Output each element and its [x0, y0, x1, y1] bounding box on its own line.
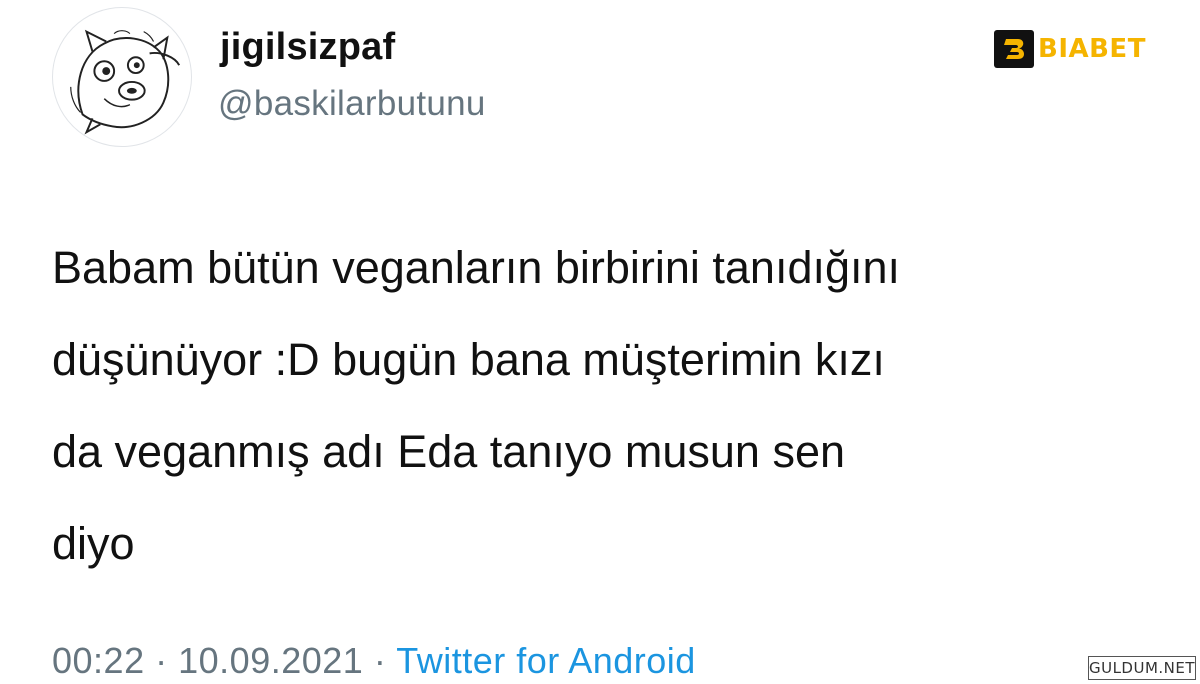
tweet-time[interactable]: 00:22: [52, 640, 145, 681]
tweet-text-line: düşünüyor :D bugün bana müşterimin kızı: [52, 334, 885, 385]
biabet-logo-icon: [994, 30, 1034, 68]
user-handle[interactable]: @baskilarbutunu: [218, 84, 486, 124]
avatar[interactable]: [52, 7, 192, 147]
watermark: GULDUM.NET: [1088, 656, 1196, 680]
tweet-date[interactable]: 10.09.2021: [178, 640, 363, 681]
tweet-meta: 00:22 · 10.09.2021 · Twitter for Android: [52, 640, 696, 684]
cartoon-cat-avatar-icon: [53, 8, 191, 146]
display-name[interactable]: jigilsizpaf: [220, 26, 395, 69]
brand-logo: BIABET: [994, 30, 1156, 68]
meta-separator: ·: [155, 640, 168, 681]
brand-text: BIABET: [1038, 34, 1146, 64]
tweet-source-link[interactable]: Twitter for Android: [396, 640, 696, 681]
tweet-card: jigilsizpaf @baskilarbutunu BIABET Babam…: [0, 0, 1200, 684]
tweet-text-line: Babam bütün veganların birbirini tanıdığ…: [52, 242, 901, 293]
meta-separator: ·: [373, 640, 387, 681]
tweet-text-line: diyo: [52, 518, 135, 569]
tweet-text: Babam bütün veganların birbirini tanıdığ…: [52, 222, 1162, 590]
tweet-text-line: da veganmış adı Eda tanıyo musun sen: [52, 426, 845, 477]
